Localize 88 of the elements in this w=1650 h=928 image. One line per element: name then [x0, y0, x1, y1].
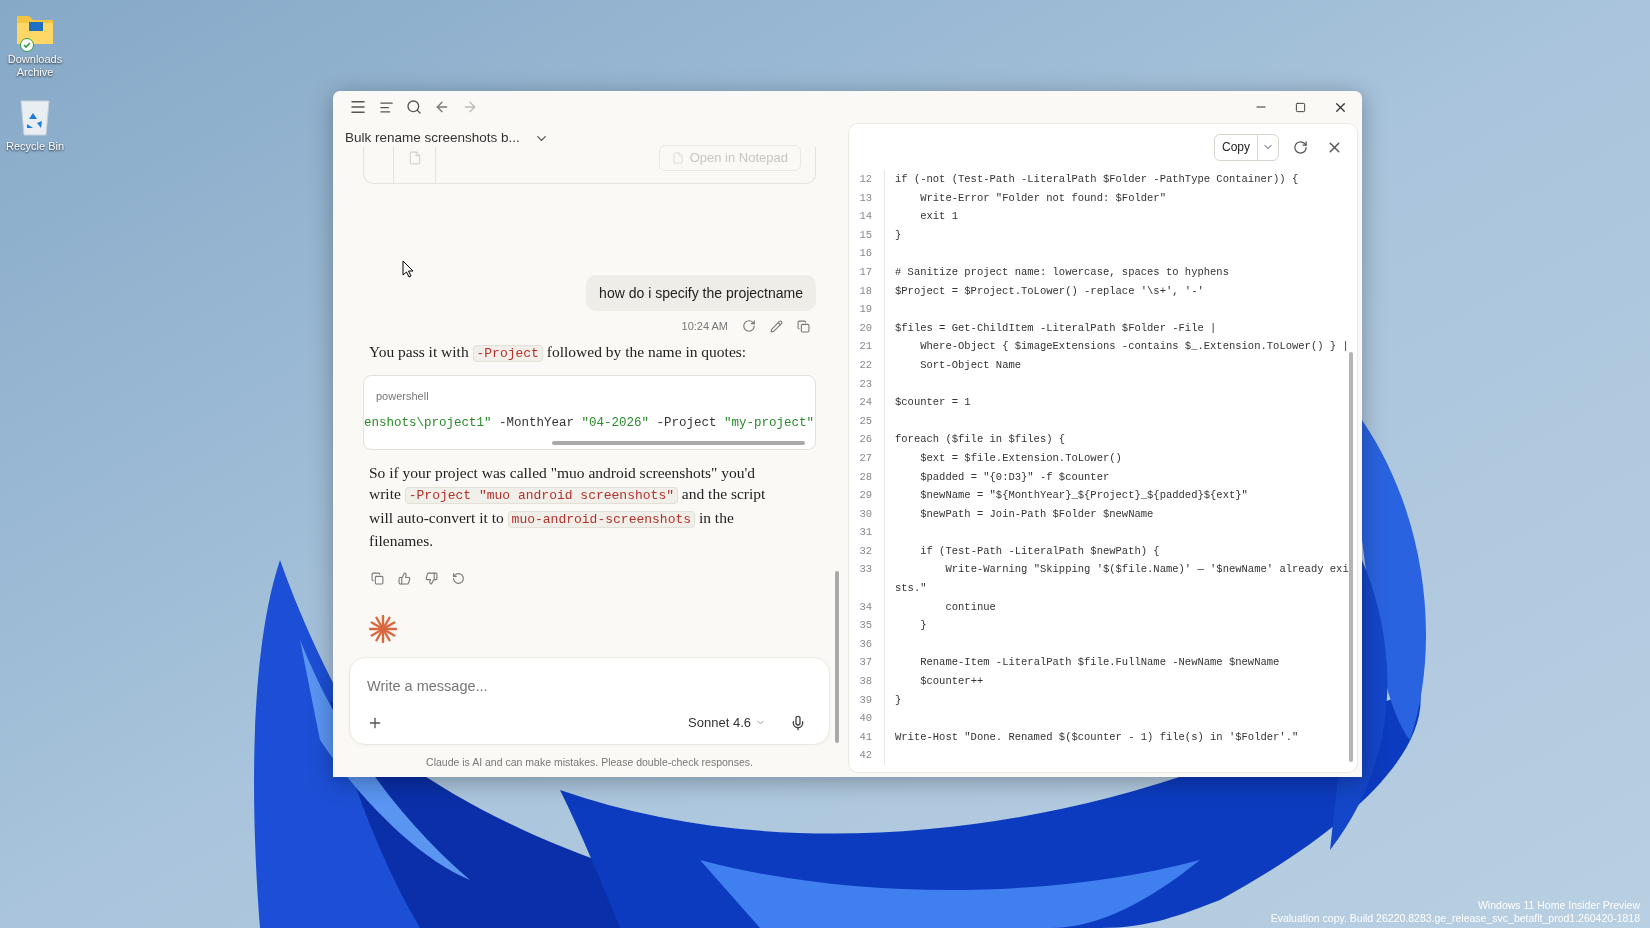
code-line: exit 1: [919, 210, 959, 223]
line-number: 13: [859, 191, 872, 204]
sparkle-logo-icon: [369, 614, 397, 643]
file-icon: [407, 151, 422, 165]
system-notice: Evaluation copy. Build 26220.8283.ge_release_svc_betaflt_prod1.260420-1818: [1270, 912, 1640, 925]
thumbs-up-icon[interactable]: [398, 571, 411, 585]
line-number: 29: [859, 489, 872, 502]
sidebar-icon[interactable]: [379, 99, 394, 115]
back-icon[interactable]: [434, 99, 450, 115]
code-line: $files = Get-ChildItem -LiteralPath $Folder -File |: [895, 321, 1217, 334]
line-number: 24: [859, 396, 872, 409]
copy-icon[interactable]: [371, 571, 384, 585]
line-number: 19: [859, 303, 872, 316]
horizontal-scrollbar[interactable]: [552, 440, 805, 445]
line-number: 42: [859, 749, 872, 762]
search-icon[interactable]: [406, 99, 422, 115]
line-number: 34: [859, 600, 872, 613]
cursor-icon: [402, 260, 414, 278]
line-number: 14: [859, 210, 872, 223]
line-number: 12: [859, 173, 872, 185]
timestamp: 10:24 AM: [681, 319, 728, 334]
line-number: 30: [859, 507, 872, 520]
maximize-icon[interactable]: [1295, 101, 1306, 113]
code-line: enshots\project1" -MonthYear "04-2026" -Project "my-project": [364, 415, 815, 432]
code-line: if (Test-Path -LiteralPath $newPath) {: [919, 544, 1160, 557]
message-composer[interactable]: Write a message... Sonnet 4.6: [349, 657, 830, 745]
line-number: 40: [859, 712, 872, 725]
reply-paragraph: You pass it with -Project followed by the name in quotes:: [368, 341, 748, 364]
code-line: Sort-Object Name: [919, 358, 1022, 371]
line-number: 17: [859, 265, 872, 278]
line-number: 28: [859, 470, 872, 483]
line-number: 18: [859, 284, 872, 297]
line-number: 36: [859, 637, 872, 650]
copy-icon[interactable]: [797, 319, 810, 333]
code-line: }: [895, 228, 902, 241]
menu-icon[interactable]: [349, 98, 367, 116]
line-number: 16: [859, 247, 872, 260]
line-number: 35: [859, 619, 872, 632]
microphone-icon[interactable]: [790, 714, 806, 731]
line-number: 22: [859, 358, 872, 371]
line-number: 27: [859, 451, 872, 464]
line-number: 37: [859, 656, 872, 669]
vertical-scrollbar[interactable]: [1349, 352, 1353, 762]
message-input[interactable]: Write a message...: [367, 676, 812, 698]
user-message: how do i specify the projectname: [586, 275, 816, 311]
disclaimer: Claude is AI and can make mistakes. Please double-check responses.: [426, 756, 753, 768]
line-number: 38: [859, 675, 872, 688]
vertical-scrollbar[interactable]: [835, 571, 839, 743]
line-number: 23: [859, 377, 872, 390]
thumbs-down-icon[interactable]: [425, 571, 438, 585]
code-language: powershell: [376, 388, 429, 404]
line-number: 20: [859, 321, 872, 334]
edit-icon[interactable]: [770, 319, 783, 333]
code-line: $counter = 1: [895, 396, 971, 409]
code-line: if (-not (Test-Path -LiteralPath $Folder -PathType Container)) {: [895, 173, 1299, 185]
refresh-icon[interactable]: [1293, 139, 1308, 155]
line-number: 31: [859, 526, 872, 539]
line-number: 39: [859, 693, 872, 706]
line-number: 25: [859, 414, 872, 427]
code-line: $padded = "{0:D3}" -f $counter: [919, 470, 1110, 483]
system-notice: Windows 11 Home Insider Preview: [1477, 899, 1640, 912]
code-line: Where-Object { $imageExtensions -contains $_.Extension.ToLower() } |: [919, 340, 1349, 353]
code-line: }: [919, 619, 927, 632]
line-number: 41: [859, 730, 872, 743]
recycle-bin-icon[interactable]: [18, 97, 52, 137]
code-line: $newName = "${MonthYear}_${Project}_${padded}${ext}": [919, 489, 1248, 502]
reply-paragraph: So if your project was called "muo android screenshots" you'd write -Project "muo android screenshots" and the script will auto-convert it to muo-android-screenshots in the filenames.: [368, 462, 767, 552]
retry-icon[interactable]: [742, 319, 756, 334]
retry-icon[interactable]: [452, 571, 465, 585]
code-line: Write-Warning "Skipping '$($file.Name)' — '$newName' already exists.": [895, 563, 1349, 595]
code-line: }: [895, 693, 902, 706]
conversation-title[interactable]: Bulk rename screenshots b...: [345, 127, 520, 149]
code-line: Write-Error "Folder not found: $Folder": [919, 191, 1166, 204]
code-line: $newPath = Join-Path $Folder $newName: [919, 507, 1154, 520]
code-line: # Sanitize project name: lowercase, spaces to hyphens: [895, 265, 1229, 278]
code-line: Rename-Item -LiteralPath $file.FullName -NewName $newName: [919, 656, 1280, 669]
code-line: $Project = $Project.ToLower() -replace '\s+', '-': [895, 284, 1204, 297]
line-number: 26: [859, 433, 872, 446]
code-line: foreach ($file in $files) {: [895, 433, 1066, 446]
line-number: 21: [859, 340, 872, 353]
line-number: 33: [859, 563, 872, 576]
code-line: $ext = $file.Extension.ToLower(): [919, 451, 1122, 464]
line-number: 15: [859, 228, 872, 241]
line-number: 32: [859, 544, 872, 557]
code-line: Write-Host "Done. Renamed $($counter - 1) file(s) in '$Folder'.": [895, 730, 1299, 743]
model-selector[interactable]: Sonnet 4.6: [688, 712, 766, 733]
code-line: continue: [944, 600, 996, 613]
code-line: $counter++: [919, 675, 984, 688]
